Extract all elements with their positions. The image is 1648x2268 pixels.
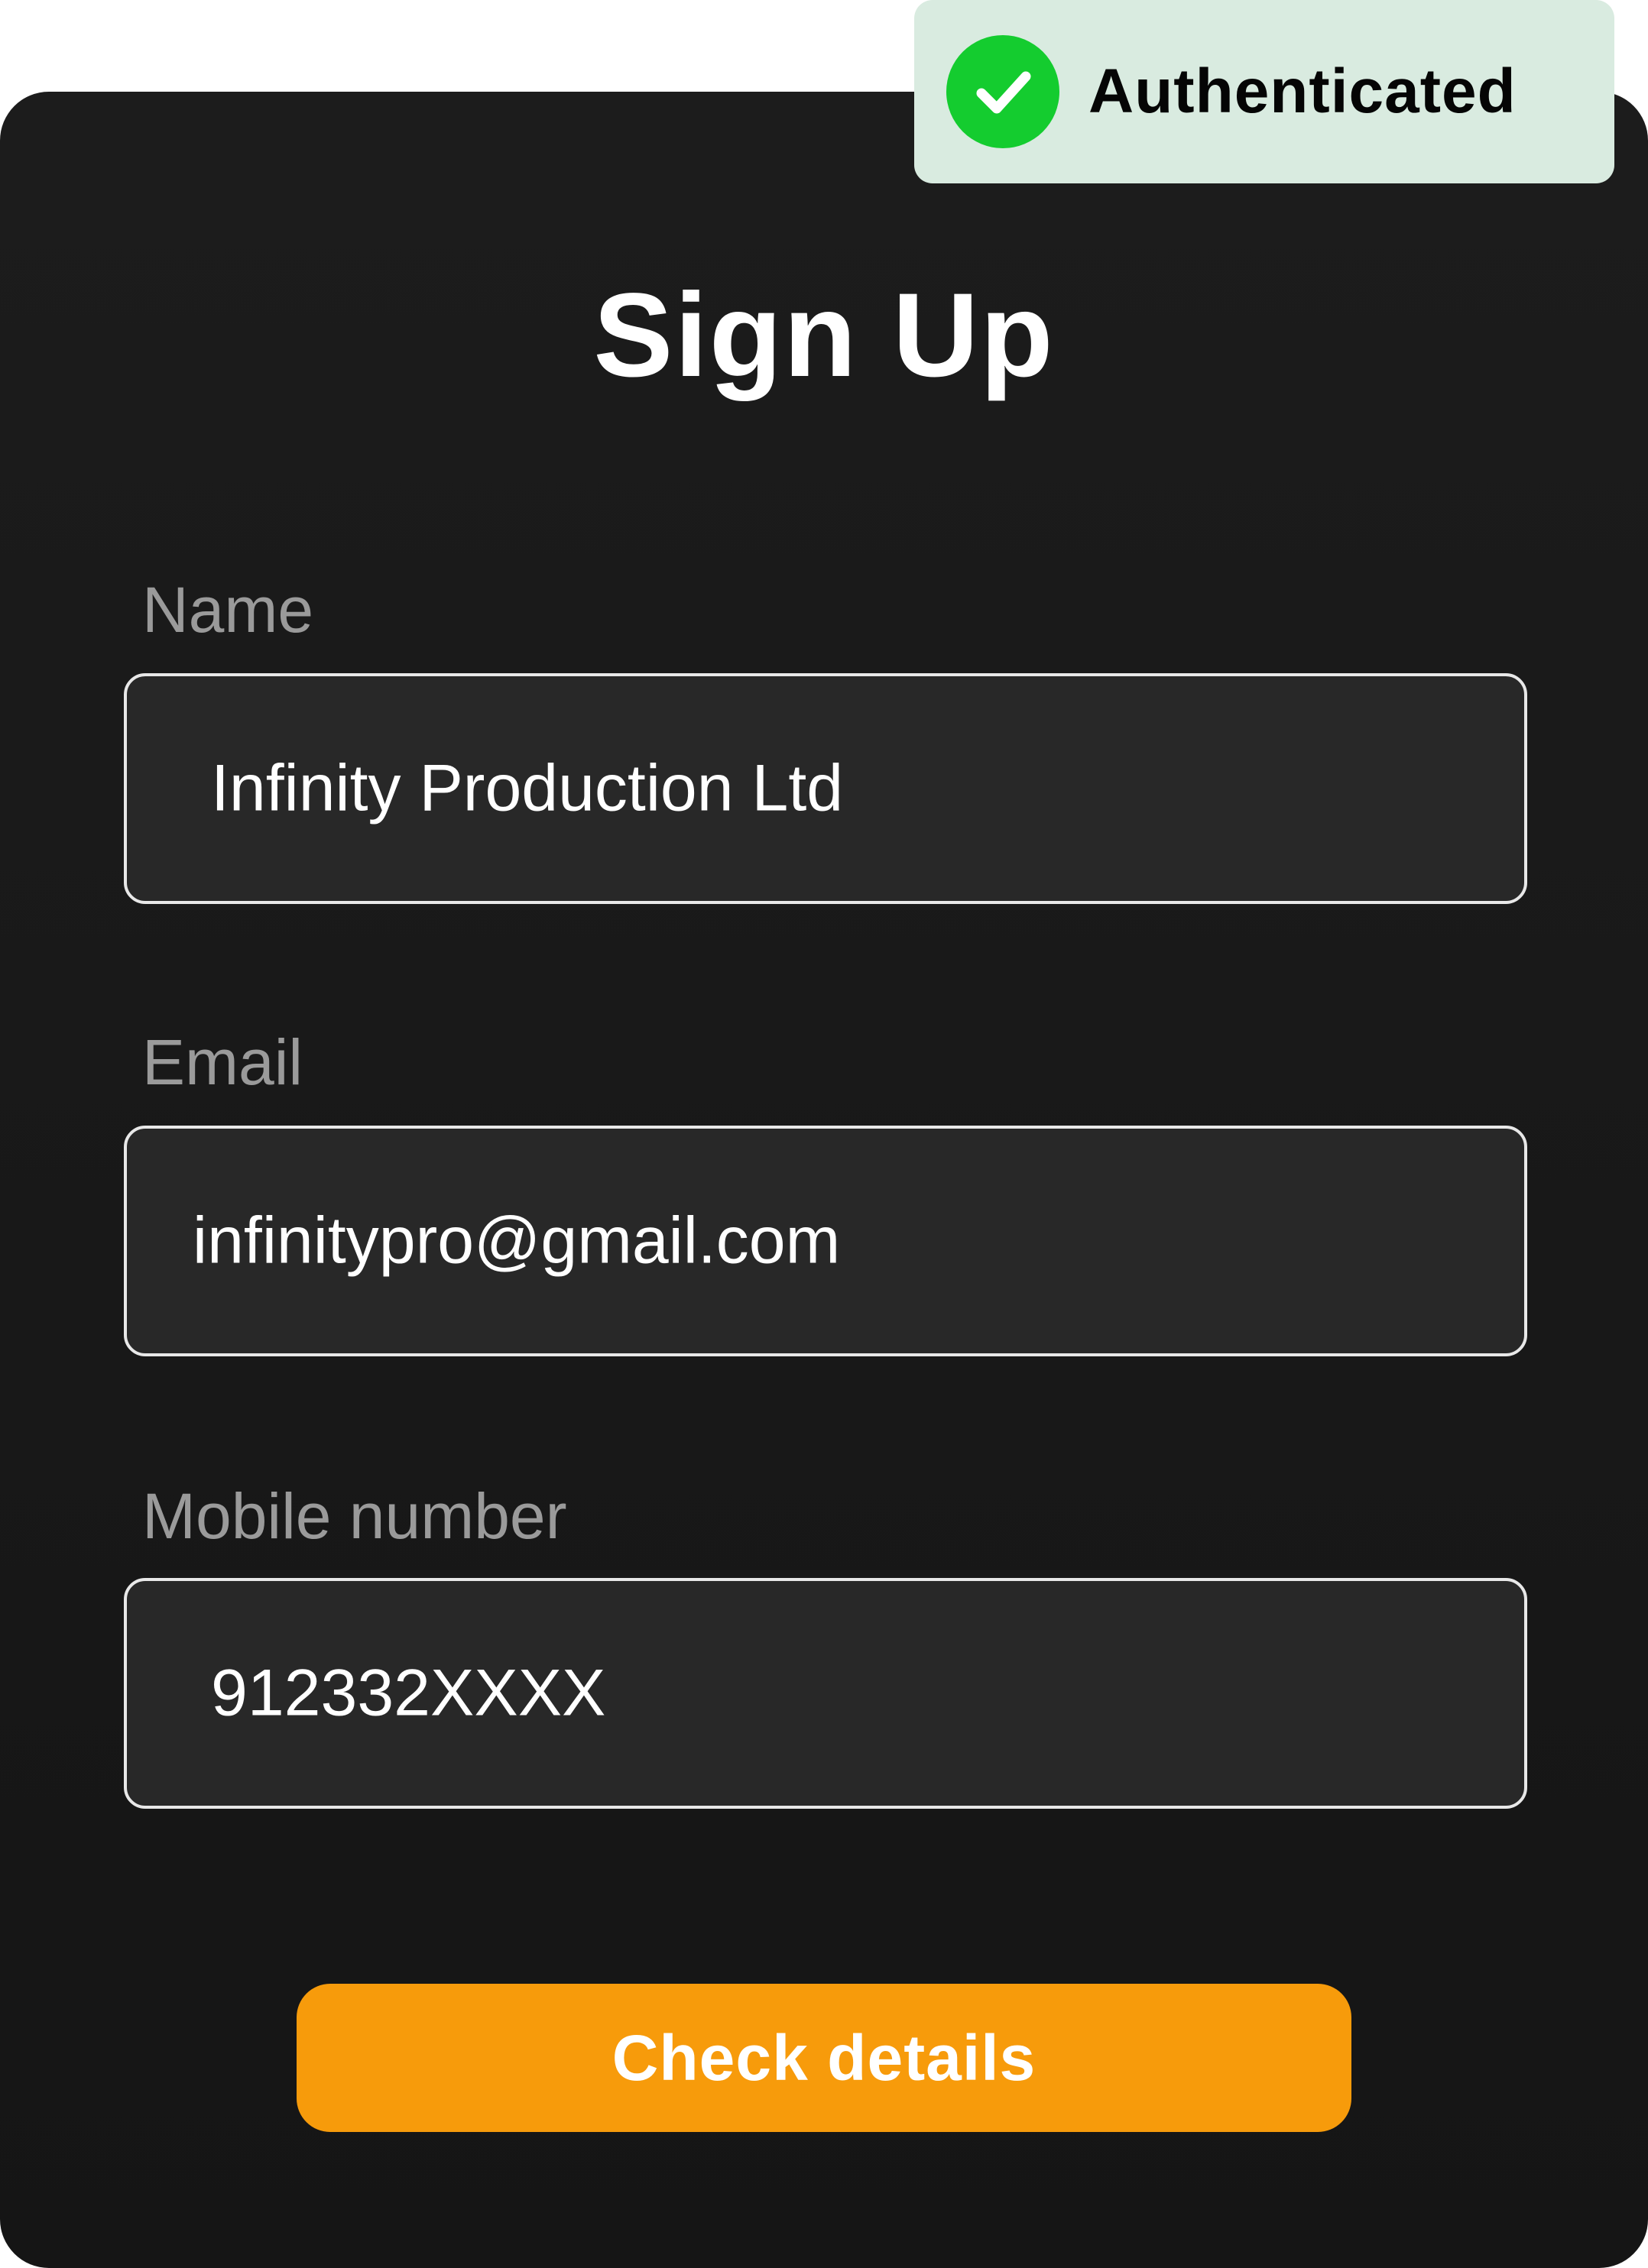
mobile-number-field[interactable]: 912332XXXX (124, 1578, 1527, 1809)
name-label: Name (142, 574, 314, 646)
check-details-button[interactable]: Check details (297, 1984, 1351, 2132)
name-field-value: Infinity Production Ltd (211, 751, 844, 825)
email-label: Email (142, 1026, 303, 1098)
check-details-label: Check details (612, 2021, 1036, 2094)
email-field-value: infinitypro@gmail.com (193, 1204, 841, 1278)
email-field[interactable]: infinitypro@gmail.com (124, 1126, 1527, 1356)
page-title: Sign Up (593, 269, 1055, 402)
mobile-number-field-value: 912332XXXX (211, 1656, 606, 1730)
authenticated-text: Authenticated (1088, 57, 1517, 126)
name-field[interactable]: Infinity Production Ltd (124, 673, 1527, 904)
signup-card: Sign Up Name Infinity Production Ltd Ema… (0, 92, 1648, 2268)
authenticated-badge: Authenticated (914, 0, 1614, 183)
mobile-number-label: Mobile number (142, 1480, 567, 1552)
check-circle-icon (946, 35, 1059, 148)
